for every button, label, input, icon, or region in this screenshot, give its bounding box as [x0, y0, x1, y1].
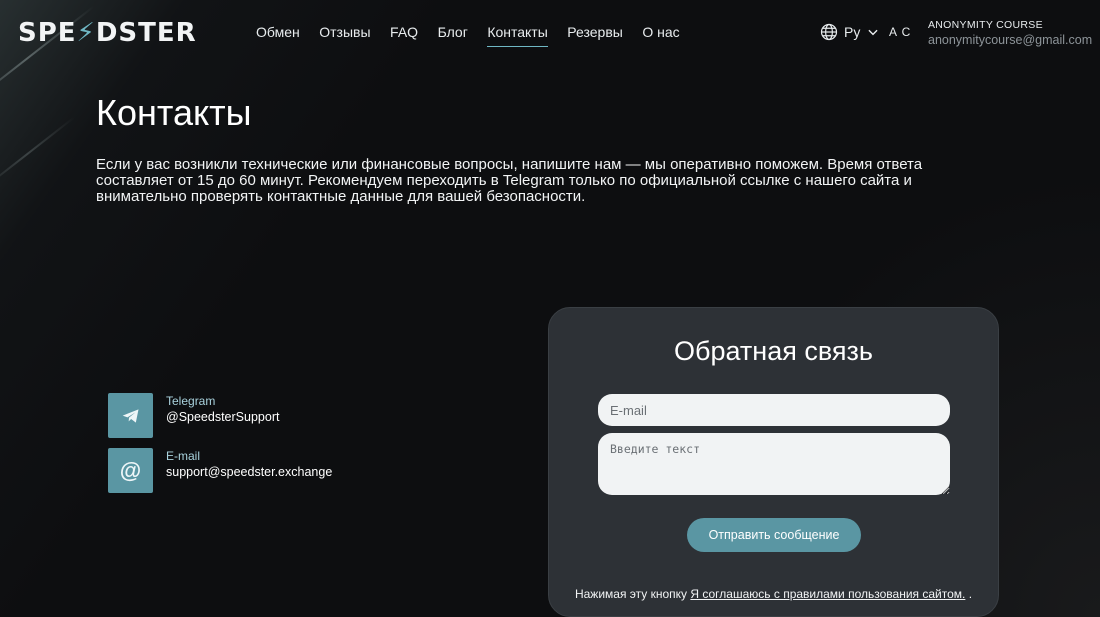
user-name: ANONYMITY COURSE [928, 19, 1043, 31]
main-nav: Обмен Отзывы FAQ Блог Контакты Резервы О… [256, 24, 699, 47]
contact-email[interactable]: @ E-mail support@speedster.exchange [108, 448, 332, 493]
contact-email-label: E-mail [166, 449, 201, 463]
terms-link[interactable]: Я соглашаюсь с правилами пользования сай… [690, 587, 965, 601]
terms-suffix: . [965, 587, 973, 601]
nav-item-reserves[interactable]: Резервы [567, 24, 623, 47]
user-account[interactable]: ANONYMITY COURSE anonymitycourse@gmail.c… [928, 19, 1092, 47]
terms-agreement: Нажимая эту кнопку Я соглашаюсь с правил… [549, 587, 998, 601]
language-label: Ру [844, 24, 861, 40]
contacts-list: Telegram @SpeedsterSupport @ E-mail supp… [108, 393, 332, 503]
chevron-down-icon [868, 29, 878, 36]
lightning-bolt-icon: ⚡ [76, 18, 96, 48]
send-message-button[interactable]: Отправить сообщение [687, 518, 861, 552]
user-email: anonymitycourse@gmail.com [928, 33, 1093, 47]
language-selector[interactable]: Ру [820, 23, 880, 41]
terms-prefix: Нажимая эту кнопку [574, 587, 691, 601]
message-field[interactable] [598, 433, 950, 495]
speedster-logo[interactable]: SPE⚡DSTER [18, 18, 197, 48]
nav-item-faq[interactable]: FAQ [390, 24, 418, 47]
page-title: Контакты [96, 92, 252, 133]
feedback-form: Обратная связь Отправить сообщение Нажим… [548, 307, 999, 617]
contact-telegram-label: Telegram [166, 394, 216, 408]
at-icon: @ [108, 448, 153, 493]
contact-telegram[interactable]: Telegram @SpeedsterSupport [108, 393, 332, 438]
site-header: SPE⚡DSTER Обмен Отзывы FAQ Блог Контакты… [0, 0, 1100, 64]
contact-telegram-value[interactable]: @SpeedsterSupport [166, 410, 279, 424]
feedback-title: Обратная связь [674, 336, 873, 366]
nav-item-exchange[interactable]: Обмен [256, 24, 300, 47]
contact-email-value[interactable]: support@speedster.exchange [166, 465, 332, 479]
logo-text-left: SPE [18, 18, 77, 48]
nav-item-reviews[interactable]: Отзывы [319, 24, 370, 47]
email-field[interactable] [598, 394, 950, 426]
logo-text-right: DSTER [95, 18, 197, 48]
user-initials[interactable]: A C [889, 25, 911, 39]
telegram-icon [108, 393, 153, 438]
nav-item-blog[interactable]: Блог [438, 24, 468, 47]
nav-item-contacts[interactable]: Контакты [487, 24, 548, 47]
page-description: Если у вас возникли технические или фина… [96, 156, 923, 205]
nav-item-about[interactable]: О нас [642, 24, 679, 47]
globe-icon [820, 23, 838, 41]
